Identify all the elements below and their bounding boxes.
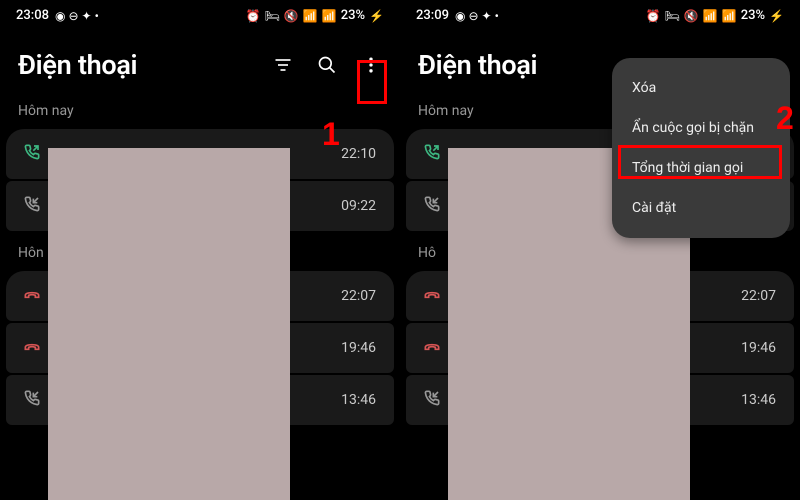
section-label: Hôm nay — [0, 95, 400, 127]
status-bar-left: 23:09 ◉ ⊖ ✦ • — [416, 8, 499, 23]
call-time: 22:07 — [341, 288, 376, 304]
dot-icon: • — [495, 9, 499, 23]
alarm-icon: ⏰ — [246, 9, 261, 23]
status-battery: 23% — [741, 8, 765, 23]
wifi-icon: 📶 — [303, 9, 318, 23]
messenger-icon: ◉ — [55, 9, 65, 23]
phone-right: 23:09 ◉ ⊖ ✦ • ⏰ 🛏 🔇 📶 📶 23% ⚡ Điện thoại… — [400, 0, 800, 500]
call-time: 13:46 — [341, 392, 376, 408]
minus-icon: ⊖ — [468, 9, 478, 23]
call-missed-icon — [424, 338, 444, 358]
app-header: Điện thoại — [0, 31, 400, 95]
bed-icon: 🛏 — [265, 9, 280, 23]
call-incoming-icon — [24, 390, 44, 410]
magic-icon: ✦ — [82, 9, 92, 23]
charging-icon: ⚡ — [769, 9, 784, 23]
status-bar-right: ⏰ 🛏 🔇 📶 📶 23% ⚡ — [646, 8, 784, 23]
call-time: 19:46 — [741, 340, 776, 356]
status-bar-left: 23:08 ◉ ⊖ ✦ • — [16, 8, 99, 23]
signal-icon: 📶 — [722, 9, 737, 23]
status-time: 23:08 — [16, 8, 49, 23]
call-missed-icon — [424, 286, 444, 306]
page-title: Điện thoại — [418, 49, 537, 81]
annotation-number-2: 2 — [776, 100, 794, 137]
call-time: 09:22 — [341, 198, 376, 214]
magic-icon: ✦ — [482, 9, 492, 23]
menu-item-hide-blocked[interactable]: Ẩn cuộc gọi bị chặn — [612, 108, 790, 148]
phone-left: 23:08 ◉ ⊖ ✦ • ⏰ 🛏 🔇 📶 📶 23% ⚡ Điện thoại — [0, 0, 400, 500]
annotation-box-1 — [357, 60, 387, 104]
minus-icon: ⊖ — [68, 9, 78, 23]
call-outgoing-icon — [424, 144, 444, 164]
call-time: 13:46 — [741, 392, 776, 408]
call-missed-icon — [24, 338, 44, 358]
mute-icon: 🔇 — [684, 9, 699, 23]
menu-item-delete[interactable]: Xóa — [612, 68, 790, 108]
status-bar-right: ⏰ 🛏 🔇 📶 📶 23% ⚡ — [246, 8, 384, 23]
redaction-block — [48, 148, 290, 500]
call-incoming-icon — [424, 196, 444, 216]
search-icon[interactable] — [316, 54, 338, 76]
menu-item-settings[interactable]: Cài đặt — [612, 188, 790, 228]
mute-icon: 🔇 — [284, 9, 299, 23]
call-missed-icon — [24, 286, 44, 306]
call-incoming-icon — [24, 196, 44, 216]
status-battery: 23% — [341, 8, 365, 23]
messenger-icon: ◉ — [455, 9, 465, 23]
call-time: 19:46 — [341, 340, 376, 356]
call-outgoing-icon — [24, 144, 44, 164]
annotation-number-1: 1 — [322, 116, 340, 153]
status-bar: 23:09 ◉ ⊖ ✦ • ⏰ 🛏 🔇 📶 📶 23% ⚡ — [400, 0, 800, 31]
signal-icon: 📶 — [322, 9, 337, 23]
annotation-box-2 — [618, 145, 782, 179]
status-time: 23:09 — [416, 8, 449, 23]
status-bar: 23:08 ◉ ⊖ ✦ • ⏰ 🛏 🔇 📶 📶 23% ⚡ — [0, 0, 400, 31]
wifi-icon: 📶 — [703, 9, 718, 23]
call-time: 22:07 — [741, 288, 776, 304]
filter-icon[interactable] — [272, 54, 294, 76]
bed-icon: 🛏 — [665, 9, 680, 23]
dot-icon: • — [95, 9, 99, 23]
call-time: 22:10 — [341, 146, 376, 162]
charging-icon: ⚡ — [369, 9, 384, 23]
alarm-icon: ⏰ — [646, 9, 661, 23]
page-title: Điện thoại — [18, 49, 137, 81]
call-incoming-icon — [424, 390, 444, 410]
